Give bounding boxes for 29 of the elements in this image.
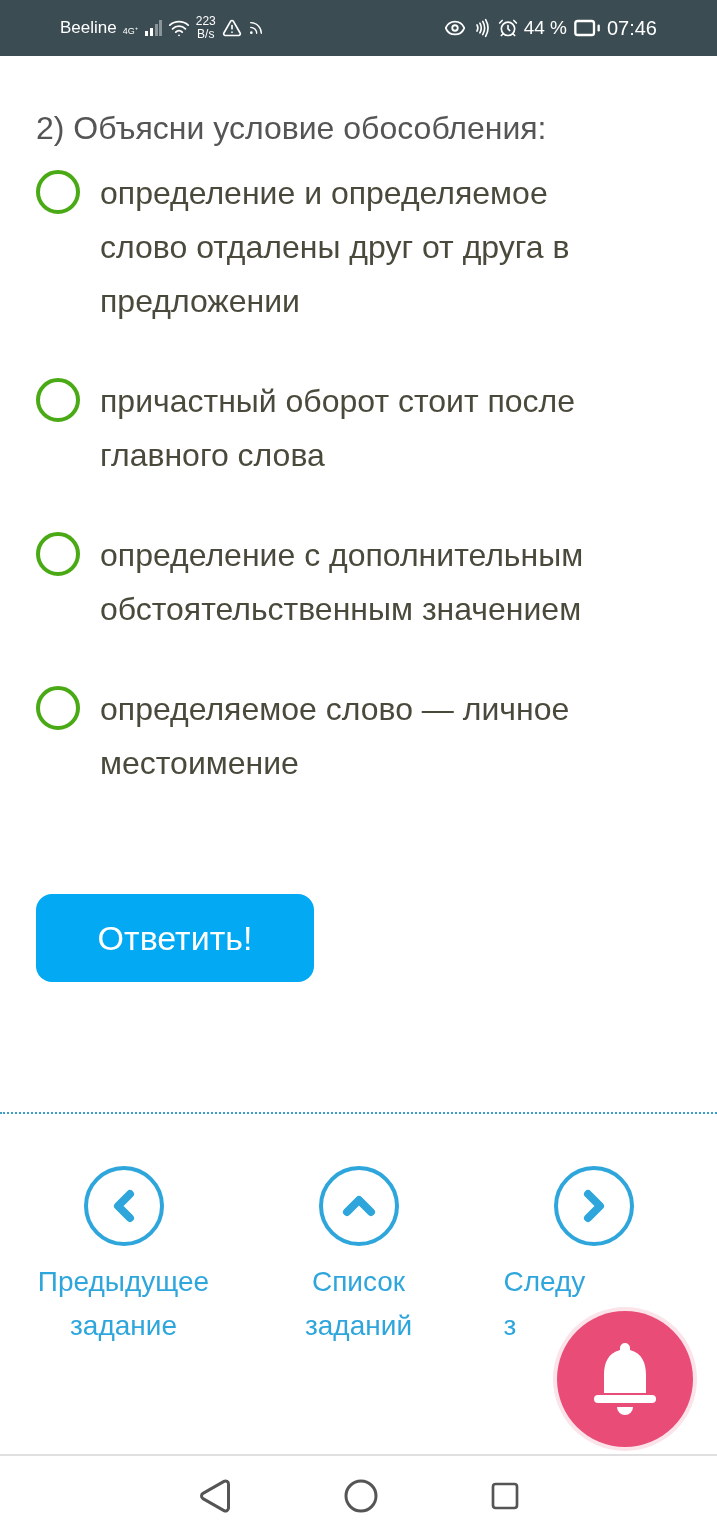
nav-label[interactable]: Предыдущее bbox=[37, 1260, 210, 1304]
speed-value: 223 bbox=[195, 15, 216, 28]
option-label[interactable]: причастный оборот стоит после главного слова bbox=[100, 374, 620, 482]
forward-icon[interactable] bbox=[553, 1166, 634, 1246]
rss-icon bbox=[247, 20, 264, 36]
option-label[interactable]: определение и определяемое слово отдалены друг от друга в предложении bbox=[100, 166, 620, 328]
nav-label[interactable]: задание bbox=[70, 1304, 177, 1348]
carrier-label: Beeline bbox=[60, 17, 117, 40]
nav-label[interactable]: з bbox=[503, 1304, 517, 1348]
radio-button[interactable] bbox=[36, 532, 80, 576]
warning-icon bbox=[221, 18, 242, 38]
radio-button[interactable] bbox=[36, 170, 80, 214]
nav-label[interactable]: Список bbox=[311, 1260, 406, 1304]
question-title: 2) Объясни условие обособления: bbox=[36, 109, 548, 148]
radio-button[interactable] bbox=[36, 686, 80, 730]
nav-label[interactable]: Следу bbox=[503, 1260, 586, 1304]
home-icon[interactable] bbox=[342, 1478, 379, 1514]
up-icon[interactable] bbox=[318, 1166, 399, 1246]
speed-unit: B/s bbox=[197, 28, 215, 41]
option-label[interactable]: определение с дополнительным обстоятельственным значением bbox=[100, 528, 620, 636]
option-label[interactable]: определяемое слово — личное местоимение bbox=[100, 682, 620, 790]
submit-button[interactable]: Ответить! bbox=[36, 894, 314, 982]
nav-label[interactable]: заданий bbox=[304, 1304, 413, 1348]
clock: 07:46 bbox=[606, 16, 657, 41]
network-label: 4G⁺ bbox=[122, 25, 138, 38]
radio-button[interactable] bbox=[36, 378, 80, 422]
alarm-icon bbox=[497, 18, 518, 38]
battery-percent: 44 % bbox=[523, 15, 567, 40]
signal-icon bbox=[143, 19, 162, 37]
